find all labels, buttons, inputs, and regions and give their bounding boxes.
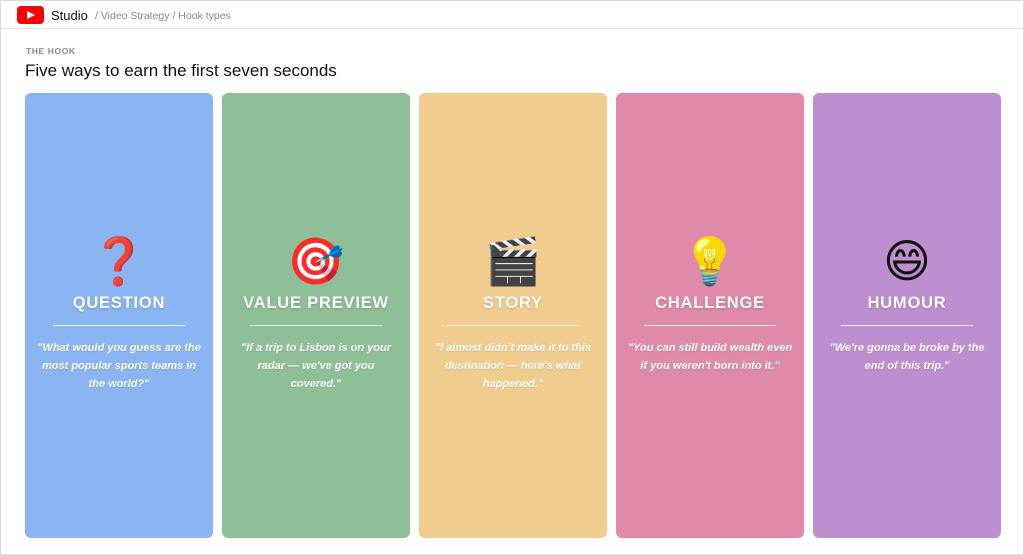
breadcrumb: / Video Strategy / Hook types	[95, 10, 231, 22]
hook-card-question: ❓ QUESTION "What would you guess are the…	[25, 93, 213, 538]
card-divider	[250, 325, 382, 326]
youtube-play-icon[interactable]	[17, 6, 44, 24]
card-quote: "I almost didn't make it to this destina…	[434, 342, 592, 390]
page-title: Five ways to earn the first seven second…	[25, 61, 337, 80]
card-label: STORY	[483, 294, 543, 312]
target-dart-icon: 🎯	[287, 234, 345, 288]
hook-card-value-preview: 🎯 VALUE PREVIEW "If a trip to Lisbon is …	[222, 93, 410, 538]
card-divider	[644, 325, 776, 326]
card-quote: "You can still build wealth even if you …	[627, 342, 793, 372]
card-quote: "What would you guess are the most popul…	[37, 342, 201, 390]
section-kicker: THE HOOK	[26, 46, 76, 56]
card-label: HUMOUR	[867, 294, 947, 312]
studio-window: Studio / Video Strategy / Hook types THE…	[0, 0, 1024, 555]
card-quote: "If a trip to Lisbon is on your radar — …	[240, 342, 392, 390]
card-divider	[447, 325, 579, 326]
app-name[interactable]: Studio	[51, 8, 88, 23]
question-mark-icon: ❓	[90, 234, 148, 288]
card-label: CHALLENGE	[655, 294, 765, 312]
card-divider	[53, 325, 185, 326]
hook-card-story: 🎬 STORY "I almost didn't make it to this…	[419, 93, 607, 538]
card-label: QUESTION	[72, 294, 166, 312]
hook-cards: ❓ QUESTION "What would you guess are the…	[25, 93, 1001, 538]
card-quote: "We're gonna be broke by the end of this…	[829, 342, 985, 372]
card-divider	[841, 325, 973, 326]
light-bulb-icon: 💡	[681, 234, 739, 288]
grinning-face-icon: 😄	[883, 234, 931, 288]
hook-card-challenge: 💡 CHALLENGE "You can still build wealth …	[616, 93, 804, 538]
hook-card-humour: 😄 HUMOUR "We're gonna be broke by the en…	[813, 93, 1001, 538]
clapperboard-icon: 🎬	[484, 234, 542, 288]
top-bar: Studio / Video Strategy / Hook types	[1, 1, 1023, 29]
card-label: VALUE PREVIEW	[243, 294, 389, 312]
